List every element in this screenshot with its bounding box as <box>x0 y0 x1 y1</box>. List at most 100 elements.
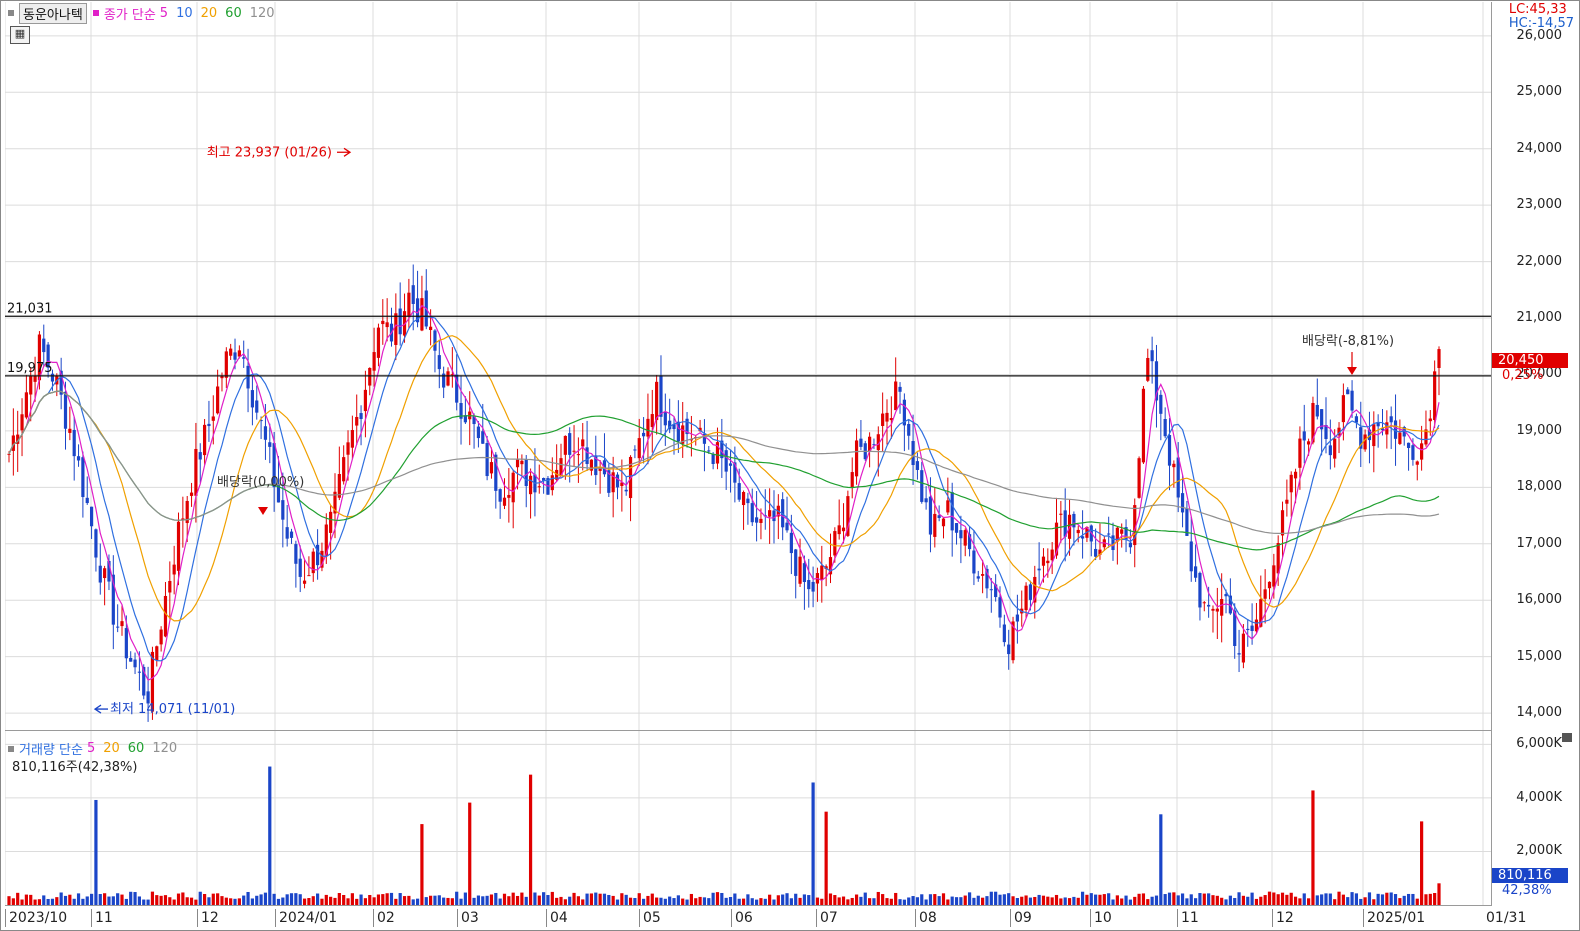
ma5-label[interactable]: 5 <box>160 6 168 21</box>
vol-ma120-label[interactable]: 120 <box>152 741 177 756</box>
volume-bar <box>1241 895 1246 905</box>
candle-body <box>1015 614 1019 622</box>
candle-body <box>833 531 837 556</box>
volume-bar <box>941 893 946 905</box>
candle-body <box>728 463 733 466</box>
volume-bar <box>172 899 176 905</box>
volume-bar <box>1324 893 1328 905</box>
candle-body <box>372 352 376 371</box>
volume-bar <box>1346 897 1350 905</box>
candle-body <box>342 457 346 482</box>
volume-bar <box>1337 891 1341 905</box>
volume-bar <box>1250 892 1254 905</box>
ma20-label[interactable]: 20 <box>201 6 218 21</box>
candle-body <box>768 510 772 517</box>
candle-body <box>568 433 572 455</box>
candle-body <box>615 474 620 488</box>
time-tick-label: 2024/01 <box>275 909 337 927</box>
candle-body <box>524 458 528 487</box>
candle-body <box>920 470 924 502</box>
volume-bar <box>533 892 537 905</box>
volume-bar <box>463 892 467 905</box>
volume-bar <box>846 899 850 905</box>
volume-bar <box>272 893 276 905</box>
candle-body <box>359 413 363 419</box>
candle-body <box>1328 445 1332 456</box>
volume-bar <box>229 898 233 905</box>
candle-body <box>129 657 133 662</box>
candle-body <box>1302 431 1306 441</box>
volume-bar <box>1167 892 1172 905</box>
volume-bar <box>576 896 580 905</box>
ma10-label[interactable]: 10 <box>176 6 193 21</box>
volume-bar <box>337 893 341 905</box>
table-icon[interactable]: ▦ <box>10 26 30 44</box>
volume-bar <box>146 899 150 905</box>
volume-bar <box>355 898 359 905</box>
volume-bar <box>76 893 81 905</box>
volume-bar <box>815 897 820 905</box>
candle-body <box>663 412 667 426</box>
stock-name-button[interactable]: 동운아나텍 <box>19 2 87 24</box>
volume-bar <box>994 891 998 905</box>
volume-bar <box>694 898 698 905</box>
volume-bar <box>772 899 776 905</box>
candle-body <box>1076 529 1080 534</box>
candle-body <box>1437 349 1441 368</box>
volume-bar <box>446 897 450 905</box>
candle-body <box>802 563 807 583</box>
volume-bar <box>1406 893 1411 905</box>
vol-ma60-label[interactable]: 60 <box>128 741 145 756</box>
candle-body <box>1428 418 1432 422</box>
volume-bar <box>985 896 989 905</box>
volume-bar <box>763 898 767 905</box>
volume-bar <box>137 896 141 905</box>
volume-bar <box>120 894 124 905</box>
vol-ma20-label[interactable]: 20 <box>103 741 120 756</box>
volume-bar <box>1302 893 1306 905</box>
candle-body <box>655 381 659 421</box>
candle-body <box>928 496 933 535</box>
candle-body <box>881 413 885 426</box>
price-chart[interactable]: 21,031 19,975 최고 23,937 (01/26) 최저 14,071 (… <box>4 2 1491 730</box>
candle-body <box>485 443 489 477</box>
candle-body <box>385 322 389 328</box>
volume-bar <box>668 896 672 905</box>
volume-chart[interactable] <box>4 731 1491 905</box>
ma60-label[interactable]: 60 <box>225 6 242 21</box>
volume-bar <box>976 895 980 905</box>
vol-ma5-label[interactable]: 5 <box>87 741 95 756</box>
volume-bar <box>142 899 146 905</box>
candle-body <box>1176 457 1180 498</box>
dividend-arrow-icon <box>1347 367 1357 375</box>
price-type-label[interactable]: 종가 단순 <box>104 4 156 23</box>
ma120-label[interactable]: 120 <box>250 6 275 21</box>
volume-bar <box>1393 894 1398 905</box>
candle-body <box>1072 513 1076 528</box>
volume-bar <box>1124 895 1128 905</box>
candle-body <box>211 416 215 421</box>
volume-bar <box>1089 893 1093 905</box>
candle-body <box>924 498 928 503</box>
volume-bar <box>1341 894 1345 905</box>
volume-bar <box>468 802 472 905</box>
price-pane[interactable]: 21,031 19,975 최고 23,937 (01/26) 최저 14,071 (… <box>4 2 1492 731</box>
volume-bar <box>928 894 933 905</box>
volume-bar <box>1280 892 1285 905</box>
candle-body <box>1180 493 1185 513</box>
volume-bar <box>342 894 346 905</box>
high-annotation: 최고 23,937 (01/26) <box>207 145 332 160</box>
volume-bar <box>959 897 963 905</box>
candle-body <box>976 576 980 579</box>
candle-body <box>255 400 259 413</box>
volume-bar <box>1085 894 1089 905</box>
volume-bar <box>946 899 950 905</box>
volume-bar <box>350 893 354 905</box>
candle-body <box>1246 628 1250 631</box>
ma60-line <box>8 390 1440 551</box>
volume-pane[interactable] <box>4 731 1492 906</box>
volume-bar <box>455 891 459 905</box>
volume-bar <box>915 897 920 905</box>
time-axis[interactable]: 2023/10 11 12 2024/01 02 03 04 05 06 07 08 09 10 11 12… <box>5 906 1526 928</box>
candle-body <box>346 442 350 455</box>
